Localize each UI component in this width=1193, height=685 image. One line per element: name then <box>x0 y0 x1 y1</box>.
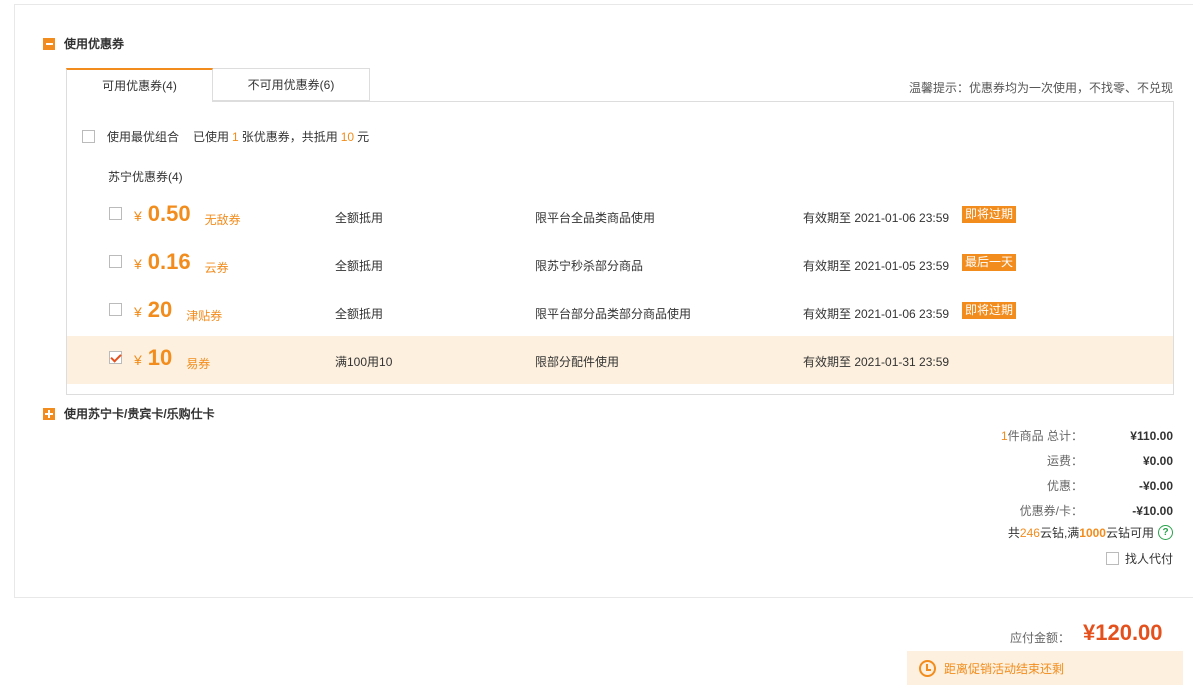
coupon-amount: ¥ 0.16 云券 <box>134 249 229 275</box>
used-mid: 张优惠券，共抵用 <box>241 130 338 144</box>
clock-icon <box>919 659 936 677</box>
card-section-title: 使用苏宁卡/贵宾卡/乐购仕卡 <box>64 407 215 421</box>
coupon-row-selected[interactable]: ¥ 10 易券 满100用10 限部分配件使用 有效期至 2021-01-31 … <box>67 336 1173 384</box>
coupon-checkbox[interactable] <box>109 303 122 316</box>
coupon-value: 0.50 <box>147 201 191 226</box>
yen-sign: ¥ <box>134 256 142 272</box>
best-combo-checkbox[interactable] <box>82 130 95 143</box>
coupon-label: 优惠券/卡： <box>1019 504 1083 518</box>
discount-label: 优惠： <box>1046 479 1083 493</box>
goods-label: 件商品 总计： <box>1007 429 1083 443</box>
proxy-pay-label: 找人代付 <box>1124 552 1173 566</box>
order-summary: 1件商品 总计： ¥110.00 运费： ¥0.00 优惠： -¥0.00 优惠… <box>913 423 1173 523</box>
used-prefix: 已使用 <box>193 130 230 144</box>
discount-value: -¥0.00 <box>1138 478 1173 493</box>
coupon-limit: 限平台部分品类部分商品使用 <box>535 307 692 321</box>
coupon-row[interactable]: ¥ 20 津贴券 全额抵用 限平台部分品类部分商品使用 有效期至 2021-01… <box>67 288 1173 336</box>
coupon-expire: 有效期至 2021-01-05 23:59 <box>803 259 950 273</box>
freight-value: ¥0.00 <box>1142 453 1173 468</box>
payable-amount: ¥120.00 <box>1083 620 1163 645</box>
coupon-amount: ¥ 10 易券 <box>134 345 210 371</box>
coupon-row[interactable]: ¥ 0.16 云券 全额抵用 限苏宁秒杀部分商品 有效期至 2021-01-05… <box>67 240 1173 288</box>
coupon-limit: 限部分配件使用 <box>535 355 620 369</box>
best-combo-row: 使用最优组合 已使用 1 张优惠券，共抵用 10 元 <box>82 128 369 145</box>
promo-text: 距离促销活动结束还剩 <box>944 661 1065 676</box>
freight-label: 运费： <box>1046 454 1083 468</box>
coupon-value: 10 <box>147 345 173 370</box>
coupon-tabs: 可用优惠券(4) 不可用优惠券(6) <box>66 68 370 102</box>
coupon-amount: ¥ 20 津贴券 <box>134 297 222 323</box>
coupon-group-title: 苏宁优惠券(4) <box>108 170 183 184</box>
yen-sign: ¥ <box>134 304 142 320</box>
collapse-icon[interactable] <box>43 37 55 50</box>
coupon-limit: 限苏宁秒杀部分商品 <box>535 259 644 273</box>
used-count: 1 <box>232 129 239 144</box>
diamond-info: 共 246 云钻,满 1000 云钻可用 ? <box>1008 524 1173 541</box>
coupon-usage: 满100用10 <box>335 355 393 369</box>
expand-icon[interactable] <box>43 407 55 420</box>
diamond-threshold: 1000 <box>1079 525 1106 540</box>
used-amount: 10 <box>340 129 355 144</box>
coupon-amount: ¥ 0.50 无敌券 <box>134 201 241 227</box>
coupon-expire: 有效期至 2021-01-06 23:59 <box>803 307 950 321</box>
coupon-value: 20 <box>147 297 173 322</box>
proxy-pay-checkbox[interactable] <box>1105 552 1119 565</box>
coupon-tip: 温馨提示：优惠券均为一次使用，不找零、不兑现 <box>908 81 1173 95</box>
summary-discount-row: 优惠： -¥0.00 <box>913 473 1173 498</box>
coupon-usage: 全额抵用 <box>335 259 384 273</box>
goods-total: ¥110.00 <box>1130 428 1173 443</box>
coupon-checkbox-checked[interactable] <box>109 351 122 364</box>
coupon-value-total: -¥10.00 <box>1132 503 1173 518</box>
coupon-expire: 有效期至 2021-01-06 23:59 <box>803 211 950 225</box>
coupon-row[interactable]: ¥ 0.50 无敌券 全额抵用 限平台全品类商品使用 有效期至 2021-01-… <box>67 192 1173 240</box>
coupon-value: 0.16 <box>147 249 191 274</box>
help-icon[interactable]: ? <box>1158 525 1173 540</box>
expiry-badge: 即将过期 <box>962 302 1017 319</box>
coupon-list-box: 使用最优组合 已使用 1 张优惠券，共抵用 10 元 苏宁优惠券(4) ¥ 0.… <box>66 101 1174 395</box>
tab-unavailable-coupons[interactable]: 不可用优惠券(6) <box>212 68 370 101</box>
used-suffix: 元 <box>357 130 370 144</box>
diamond-mid: 云钻,满 <box>1039 526 1080 540</box>
diamond-suffix: 云钻可用 <box>1105 526 1154 540</box>
coupon-type: 津贴券 <box>186 309 223 323</box>
yen-sign: ¥ <box>134 208 142 224</box>
coupon-usage: 全额抵用 <box>335 307 384 321</box>
summary-coupon-row: 优惠券/卡： -¥10.00 <box>913 498 1173 523</box>
promo-countdown-bar: 距离促销活动结束还剩 <box>907 651 1183 685</box>
coupon-type: 易券 <box>186 357 211 371</box>
expiry-badge: 即将过期 <box>962 206 1017 223</box>
payable-label: 应付金额： <box>1010 631 1071 645</box>
coupon-usage: 全额抵用 <box>335 211 384 225</box>
best-combo-label: 使用最优组合 <box>107 130 180 144</box>
summary-freight-row: 运费： ¥0.00 <box>913 448 1173 473</box>
coupon-type: 云券 <box>204 261 229 275</box>
coupon-limit: 限平台全品类商品使用 <box>535 211 656 225</box>
card-section-toggle[interactable]: 使用苏宁卡/贵宾卡/乐购仕卡 <box>43 405 215 422</box>
coupon-checkbox[interactable] <box>109 255 122 268</box>
summary-goods-row: 1件商品 总计： ¥110.00 <box>913 423 1173 448</box>
coupon-type: 无敌券 <box>204 213 241 227</box>
coupon-checkbox[interactable] <box>109 207 122 220</box>
tab-available-coupons[interactable]: 可用优惠券(4) <box>66 68 213 102</box>
goods-count: 1 <box>1000 429 1008 443</box>
expiry-badge: 最后一天 <box>962 254 1017 271</box>
yen-sign: ¥ <box>134 352 142 368</box>
proxy-pay-row[interactable]: 找人代付 <box>1105 550 1173 567</box>
diamond-prefix: 共 <box>1007 526 1020 540</box>
diamond-count: 246 <box>1019 525 1040 540</box>
coupon-section-title: 使用优惠券 <box>64 37 125 51</box>
goods-label-wrap: 1件商品 总计： <box>963 427 1083 444</box>
coupon-expire: 有效期至 2021-01-31 23:59 <box>803 355 950 369</box>
coupon-section-toggle[interactable]: 使用优惠券 <box>43 35 124 52</box>
